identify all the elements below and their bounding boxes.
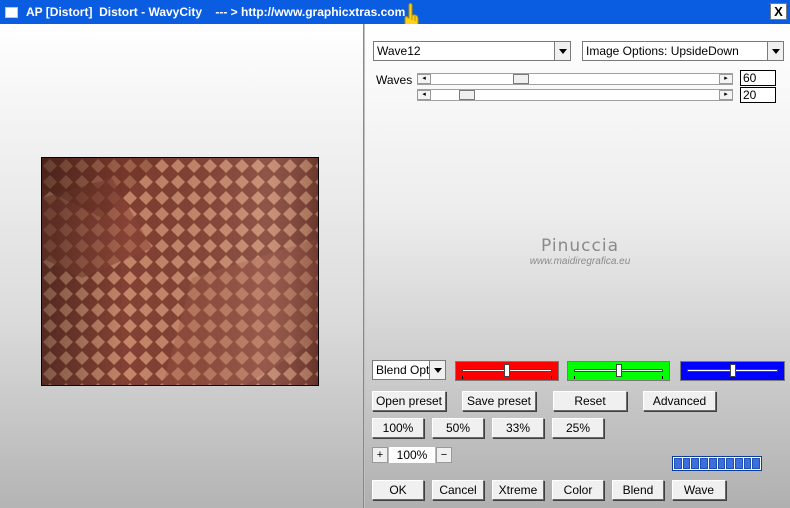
preview-pattern bbox=[42, 158, 318, 385]
waves-slider-1-thumb[interactable] bbox=[513, 74, 529, 84]
waves-slider-1[interactable]: ◂ ▸ bbox=[417, 73, 733, 85]
zoom-25-button[interactable]: 25% bbox=[552, 418, 604, 438]
red-slider[interactable] bbox=[455, 361, 559, 381]
waves-value-2[interactable]: 20 bbox=[740, 87, 776, 103]
zoom-50-button[interactable]: 50% bbox=[432, 418, 484, 438]
zoom-100-button[interactable]: 100% bbox=[372, 418, 424, 438]
blend-options-value: Blend Optio bbox=[376, 363, 429, 377]
progress-segment bbox=[691, 458, 700, 469]
close-button[interactable]: X bbox=[770, 3, 787, 20]
preset-select[interactable]: Wave12 bbox=[373, 41, 571, 61]
color-button[interactable]: Color bbox=[552, 480, 604, 500]
open-preset-button[interactable]: Open preset bbox=[372, 391, 446, 411]
watermark-url: www.maidiregrafica.eu bbox=[529, 256, 631, 267]
progress-segment bbox=[674, 458, 682, 469]
ok-button[interactable]: OK bbox=[372, 480, 424, 500]
advanced-button[interactable]: Advanced bbox=[643, 391, 716, 411]
xtreme-button[interactable]: Xtreme bbox=[492, 480, 544, 500]
blue-slider[interactable] bbox=[680, 361, 785, 381]
waves-slider-2-thumb[interactable] bbox=[459, 90, 475, 100]
progress-segment bbox=[708, 458, 717, 469]
progress-segment bbox=[682, 458, 691, 469]
progress-segment bbox=[700, 458, 708, 469]
slider-right-arrow-icon[interactable]: ▸ bbox=[719, 74, 733, 84]
watermark-name: Pinuccia bbox=[541, 236, 619, 256]
cancel-button[interactable]: Cancel bbox=[432, 480, 484, 500]
slider-left-arrow-icon[interactable]: ◂ bbox=[417, 90, 431, 100]
window-title: AP [Distort] Distort - WavyCity --- > ht… bbox=[26, 5, 406, 19]
slider-left-arrow-icon[interactable]: ◂ bbox=[417, 74, 431, 84]
chevron-down-icon[interactable] bbox=[429, 361, 445, 379]
window-icon bbox=[5, 6, 18, 18]
save-preset-button[interactable]: Save preset bbox=[462, 391, 536, 411]
image-options-value: Image Options: UpsideDown bbox=[586, 44, 739, 58]
slider-right-arrow-icon[interactable]: ▸ bbox=[719, 90, 733, 100]
zoom-out-button[interactable]: − bbox=[436, 447, 452, 463]
preset-select-value: Wave12 bbox=[377, 44, 421, 58]
title-bar: AP [Distort] Distort - WavyCity --- > ht… bbox=[0, 0, 790, 24]
progress-segment bbox=[743, 458, 752, 469]
zoom-in-button[interactable]: + bbox=[372, 447, 388, 463]
green-slider[interactable] bbox=[567, 361, 670, 381]
chevron-down-icon[interactable] bbox=[554, 42, 570, 60]
waves-label: Waves bbox=[376, 73, 413, 87]
zoom-33-button[interactable]: 33% bbox=[492, 418, 544, 438]
preview-image bbox=[41, 157, 319, 386]
progress-segment bbox=[752, 458, 761, 469]
waves-slider-2[interactable]: ◂ ▸ bbox=[417, 89, 733, 101]
wave-button[interactable]: Wave bbox=[672, 480, 726, 500]
blend-options-select[interactable]: Blend Optio bbox=[372, 360, 446, 380]
progress-segment bbox=[734, 458, 743, 469]
progress-bar bbox=[672, 456, 762, 471]
progress-segment bbox=[726, 458, 734, 469]
image-options-select[interactable]: Image Options: UpsideDown bbox=[582, 41, 784, 61]
blend-button[interactable]: Blend bbox=[612, 480, 664, 500]
waves-value-1[interactable]: 60 bbox=[740, 70, 776, 86]
zoom-level: 100% bbox=[389, 447, 435, 463]
progress-segment bbox=[717, 458, 726, 469]
reset-button[interactable]: Reset bbox=[553, 391, 627, 411]
chevron-down-icon[interactable] bbox=[767, 42, 783, 60]
watermark: Pinuccia www.maidiregrafica.eu bbox=[505, 236, 655, 267]
